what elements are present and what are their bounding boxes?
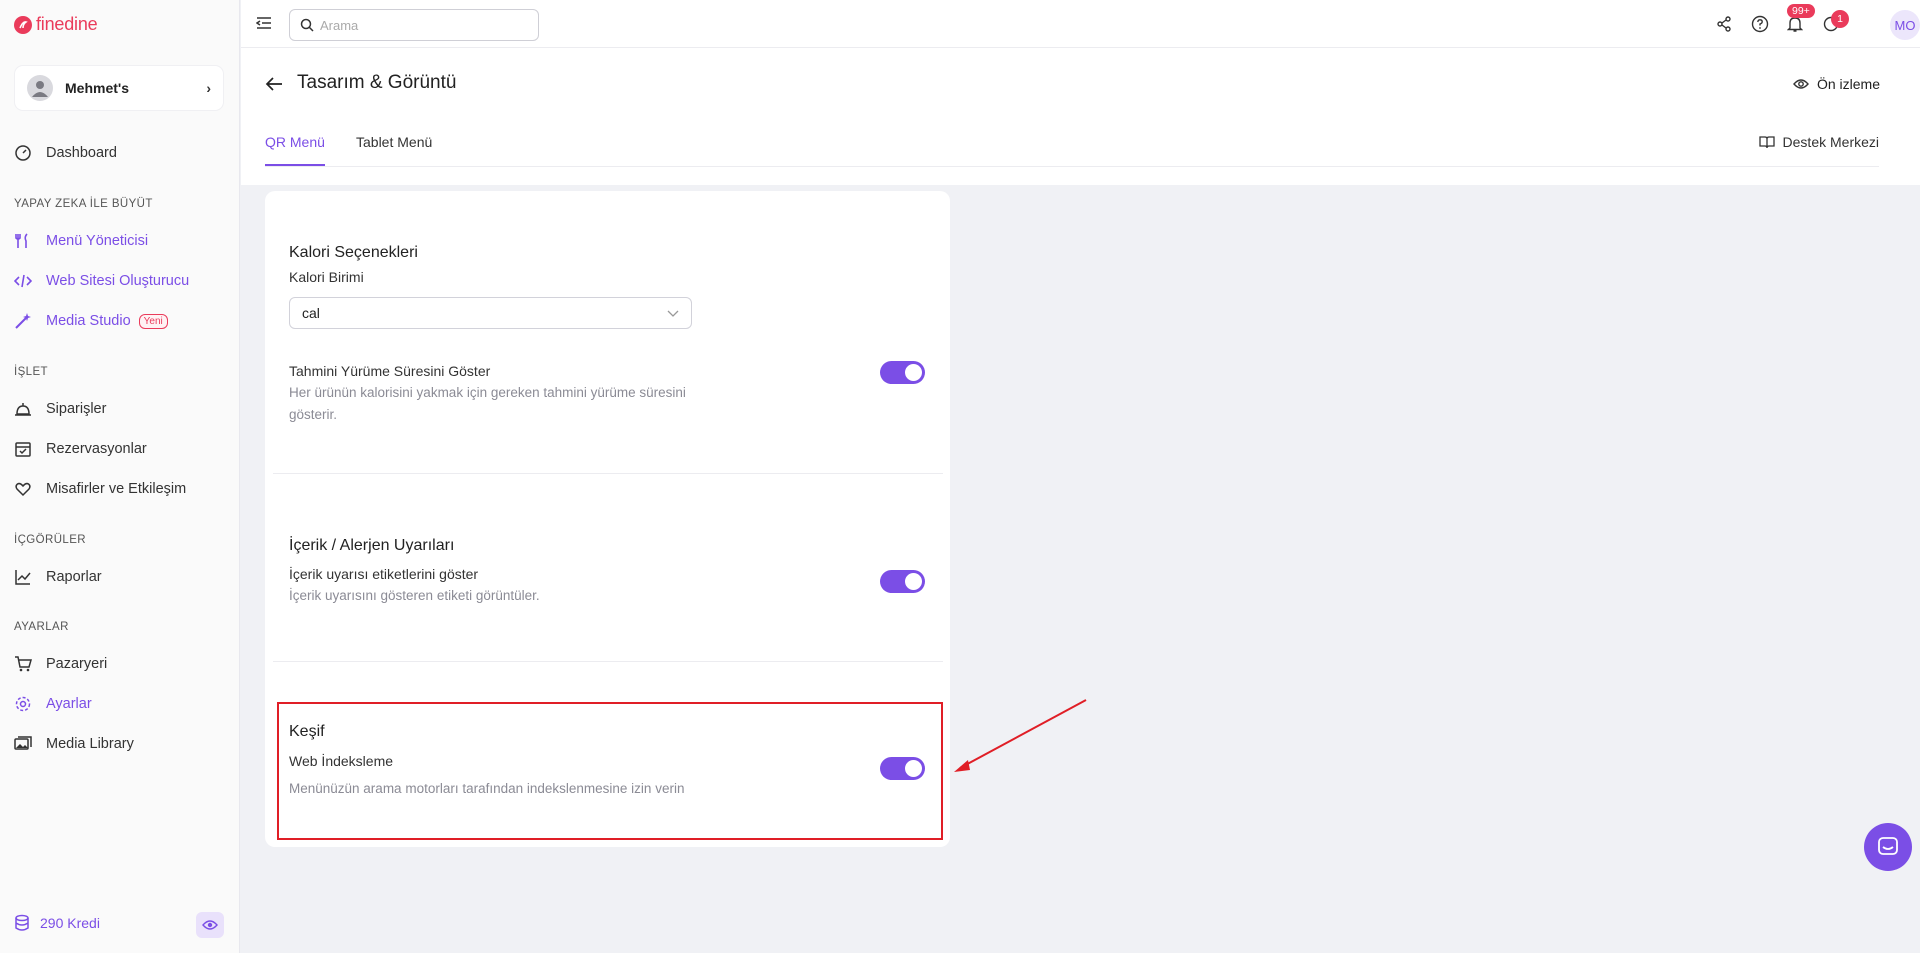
search-box[interactable] <box>289 9 539 41</box>
gauge-icon <box>15 145 31 161</box>
code-icon <box>14 274 32 288</box>
sidebar-item-label: Misafirler ve Etkileşim <box>46 481 187 497</box>
chevron-down-icon <box>667 305 679 321</box>
support-label: Destek Merkezi <box>1782 134 1879 150</box>
calorie-unit-label: Kalori Birimi <box>289 269 364 285</box>
sidebar-item-media-library[interactable]: Media Library <box>14 732 134 756</box>
line-chart-icon <box>15 570 31 585</box>
sidebar-item-label: Rezervasyonlar <box>46 441 147 457</box>
new-badge: Yeni <box>138 313 168 329</box>
venue-avatar <box>27 75 53 101</box>
topbar: 99+ 1 MO <box>241 0 1920 48</box>
coins-icon <box>15 914 29 931</box>
calorie-unit-select[interactable]: cal <box>289 297 692 329</box>
tab-qr-menu[interactable]: QR Menü <box>265 134 325 166</box>
support-center-link[interactable]: Destek Merkezi <box>1758 134 1879 150</box>
sidebar-item-label: Media Library <box>46 736 134 752</box>
page-title: Tasarım & Görüntü <box>297 72 457 93</box>
calorie-unit-value: cal <box>302 305 320 321</box>
calendar-check-icon <box>15 442 31 457</box>
allergen-label: İçerik uyarısı etiketlerini göster <box>289 566 479 582</box>
section-heading-ai: YAPAY ZEKA İLE BÜYÜT <box>14 198 153 210</box>
section-title-calorie: Kalori Seçenekleri <box>289 244 418 261</box>
sidebar-item-label: Ayarlar <box>46 696 92 712</box>
menu-collapse-icon[interactable] <box>255 15 272 36</box>
sidebar-item-settings[interactable]: Ayarlar <box>14 692 92 716</box>
chevron-right-icon: › <box>206 80 211 96</box>
sidebar-item-label: Raporlar <box>46 569 102 585</box>
credits-indicator[interactable]: 290 Kredi <box>14 914 100 932</box>
sidebar-item-orders[interactable]: Siparişler <box>14 397 106 421</box>
sidebar-item-reservations[interactable]: Rezervasyonlar <box>14 437 147 461</box>
updates-count-badge: 1 <box>1831 10 1849 28</box>
sidebar-item-dashboard[interactable]: Dashboard <box>14 141 117 165</box>
preview-button[interactable]: Ön izleme <box>1793 76 1880 92</box>
highlight-box <box>277 702 943 840</box>
images-icon <box>14 736 32 750</box>
back-arrow-icon[interactable] <box>265 76 283 97</box>
section-divider <box>273 661 943 662</box>
heart-icon <box>15 482 31 497</box>
section-heading-settings: AYARLAR <box>14 621 69 633</box>
sidebar-item-marketplace[interactable]: Pazaryeri <box>14 652 107 676</box>
web-indexing-description: Menünüzün arama motorları tarafından ind… <box>289 781 685 796</box>
finedine-logo-icon <box>14 15 32 34</box>
annotation-arrow-icon <box>954 699 1087 772</box>
brand-logo[interactable]: finedine <box>14 14 98 35</box>
sidebar-item-label: Siparişler <box>46 401 107 417</box>
sidebar-item-label: Dashboard <box>46 145 117 161</box>
sidebar-item-media-studio[interactable]: Media Studio Yeni <box>14 309 168 333</box>
sidebar-item-label: Web Sitesi Oluşturucu <box>46 273 190 289</box>
sidebar-item-reports[interactable]: Raporlar <box>14 565 102 589</box>
sidebar-item-label: Menü Yöneticisi <box>46 233 149 249</box>
allergen-description: İçerik uyarısını gösteren etiketi görünt… <box>289 588 540 603</box>
venue-switcher[interactable]: Mehmet's › <box>15 66 223 110</box>
settings-card: Kalori Seçenekleri Kalori Birimi cal Tah… <box>265 191 950 847</box>
web-indexing-toggle[interactable] <box>880 757 925 780</box>
chat-icon <box>1878 837 1898 855</box>
user-avatar[interactable]: MO <box>1890 10 1920 40</box>
search-icon <box>300 18 314 32</box>
section-heading-operate: İŞLET <box>14 366 48 378</box>
book-icon <box>1758 136 1775 149</box>
web-indexing-label: Web İndeksleme <box>289 753 394 769</box>
walk-time-description-2: gösterir. <box>289 407 338 422</box>
eye-icon <box>1793 79 1809 89</box>
visibility-toggle-button[interactable] <box>196 912 224 938</box>
section-title-allergen: İçerik / Alerjen Uyarıları <box>289 537 455 554</box>
gear-icon <box>15 696 31 712</box>
notifications-count-badge: 99+ <box>1787 4 1815 18</box>
chat-support-button[interactable] <box>1864 823 1912 871</box>
allergen-toggle[interactable] <box>880 570 925 593</box>
walk-time-description-1: Her ürünün kalorisini yakmak için gereke… <box>289 385 686 400</box>
walk-time-label: Tahmini Yürüme Süresini Göster <box>289 363 491 379</box>
sidebar-item-label: Media Studio <box>46 313 131 329</box>
credits-label: 290 Kredi <box>40 915 100 931</box>
section-heading-insights: İÇGÖRÜLER <box>14 534 86 546</box>
sidebar-item-guests[interactable]: Misafirler ve Etkileşim <box>14 477 186 501</box>
search-input[interactable] <box>320 17 520 33</box>
eye-icon <box>202 920 218 930</box>
sidebar-item-label: Pazaryeri <box>46 656 108 672</box>
magic-wand-icon <box>15 313 31 329</box>
page-header: Tasarım & Görüntü Ön izleme QR Menü Tabl… <box>241 48 1920 185</box>
logo-text: finedine <box>36 14 98 34</box>
fork-knife-icon <box>15 233 28 248</box>
sidebar-item-menu-manager[interactable]: Menü Yöneticisi <box>14 229 148 253</box>
section-divider <box>273 473 943 474</box>
sidebar: finedine Mehmet's › Dashboard YAPAY ZEKA… <box>0 0 240 953</box>
section-title-discovery: Keşif <box>289 723 325 740</box>
sidebar-item-website-builder[interactable]: Web Sitesi Oluşturucu <box>14 269 189 293</box>
preview-label: Ön izleme <box>1816 76 1880 92</box>
bell-service-icon <box>15 403 31 416</box>
help-icon[interactable] <box>1749 13 1771 35</box>
cart-icon <box>15 656 32 672</box>
walk-time-toggle[interactable] <box>880 361 925 384</box>
tab-tablet-menu[interactable]: Tablet Menü <box>356 134 432 166</box>
tabs-divider <box>265 166 1879 167</box>
share-icon[interactable] <box>1713 13 1735 35</box>
venue-name: Mehmet's <box>65 80 130 96</box>
